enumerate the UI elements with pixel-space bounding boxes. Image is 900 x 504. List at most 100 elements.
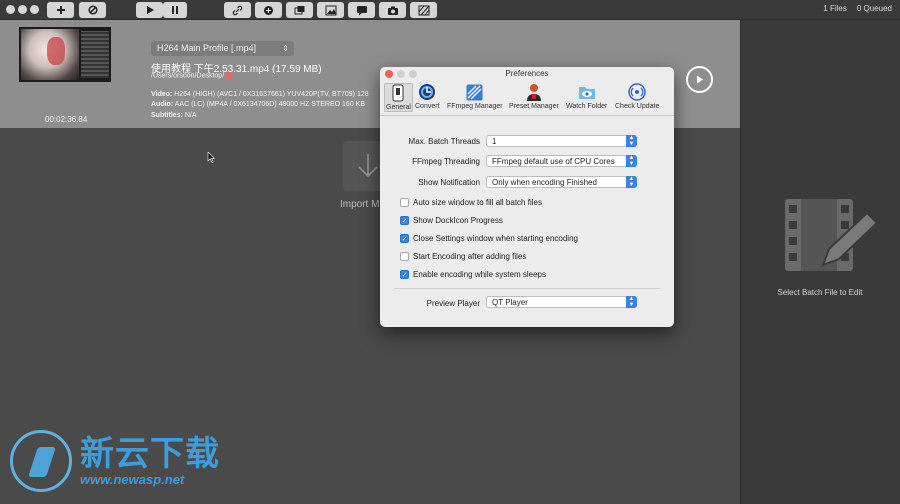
tab-watch-folder[interactable]: Watch Folder [566, 83, 607, 110]
snapshot-button[interactable] [379, 2, 406, 18]
checkbox-unchecked-icon [400, 198, 409, 207]
start-encoding-button[interactable] [136, 2, 163, 18]
tab-convert[interactable]: Convert [415, 83, 440, 110]
switch-icon [389, 84, 407, 102]
ffmpeg-threading-select[interactable]: FFmpeg default use of CPU Cores ▲ ▼ [486, 155, 637, 167]
video-info-label: Video: [151, 91, 173, 98]
tab-label: General [386, 104, 411, 111]
speech-bubble-icon [356, 5, 367, 15]
preferences-tabbar: General Convert FFmpeg Manager Preset Ma… [380, 81, 674, 116]
thumbnail-image [47, 37, 65, 65]
image-button[interactable] [317, 2, 344, 18]
plus-icon [56, 6, 65, 14]
checkmark-icon: ✓ [400, 234, 409, 243]
auto-size-window-checkbox[interactable]: Auto size window to fill all batch files [400, 198, 542, 207]
watermark-text: 新云下载 www.newasp.net [80, 436, 220, 487]
duration-label: 00:02:36.84 [45, 115, 88, 124]
subtitles-info-label: Subtitles: [151, 112, 183, 119]
ffmpeg-threading-label: FFmpeg Threading [412, 157, 480, 166]
prohibit-icon [87, 5, 98, 15]
window-dot[interactable] [18, 5, 27, 14]
window-dot[interactable] [30, 5, 39, 14]
preview-player-select[interactable]: QT Player ▲ ▼ [486, 296, 637, 308]
circle-plus-icon [264, 5, 273, 15]
watermark-url: www.newasp.net [80, 471, 185, 487]
hatch-icon [418, 5, 429, 15]
tool-group [224, 2, 437, 18]
thumbnail-image [81, 31, 109, 78]
record-button[interactable] [255, 2, 282, 18]
show-notification-label: Show Notification [418, 178, 480, 187]
show-dockicon-progress-checkbox[interactable]: ✓ Show DockIcon Progress [400, 216, 503, 225]
tab-general[interactable]: General [384, 83, 413, 112]
profile-value: H264 Main Profile [.mp4] [157, 43, 257, 53]
tab-label: Watch Folder [566, 103, 608, 110]
copy-button[interactable] [286, 2, 313, 18]
checkbox-label: Close Settings window when starting enco… [413, 234, 578, 243]
image-icon [325, 5, 336, 15]
preferences-window: Preferences General Convert FFmpeg Manag… [380, 67, 674, 327]
audio-info-label: Audio: [151, 101, 174, 108]
link-icon [232, 5, 243, 15]
video-thumbnail[interactable] [19, 27, 111, 82]
start-encoding-after-adding-checkbox[interactable]: Start Encoding after adding files [400, 252, 526, 261]
queued-count: 0 Queued [856, 4, 892, 13]
tab-preset-manager[interactable]: Preset Manager [509, 83, 559, 110]
broadcast-icon [628, 83, 646, 101]
checkbox-unchecked-icon [400, 252, 409, 261]
video-info: Video: H264 (HIGH) (AVC1 / 0X31637661) Y… [151, 91, 369, 98]
import-media-label: Import Me [340, 199, 386, 210]
chevron-updown-icon: ▲ ▼ [626, 176, 637, 188]
updown-icon: ⇕ [282, 44, 289, 53]
chevron-updown-icon: ▲ ▼ [626, 296, 637, 308]
preview-play-button[interactable] [686, 66, 713, 93]
ffmpeg-threading-value: FFmpeg default use of CPU Cores [492, 157, 615, 166]
batch-edit-label: Select Batch File to Edit [777, 288, 863, 297]
checkbox-label: Start Encoding after adding files [413, 252, 527, 261]
arrow-down-icon [358, 154, 378, 178]
max-batch-threads-value: 1 [492, 137, 497, 146]
preferences-title: Preferences [505, 69, 549, 78]
video-info-value: H264 (HIGH) (AVC1 / 0X31637661) YUV420P(… [174, 91, 369, 98]
link-button[interactable] [224, 2, 251, 18]
subtitle-button[interactable] [348, 2, 375, 18]
ffmpeg-icon [466, 83, 484, 101]
checkbox-label: Auto size window to fill all batch files [413, 198, 542, 207]
file-path: /Users/orsoon/Desktop/ [151, 72, 233, 80]
profile-select[interactable]: H264 Main Profile [.mp4] ⇕ [151, 41, 294, 56]
tab-label: FFmpeg Manager [447, 103, 503, 110]
camera-icon [387, 6, 398, 15]
folder-eye-icon [578, 83, 596, 101]
play-icon [146, 6, 154, 14]
preview-player-label: Preview Player [426, 299, 480, 308]
add-file-button[interactable] [47, 2, 74, 18]
person-icon [525, 83, 543, 101]
close-settings-window-checkbox[interactable]: ✓ Close Settings window when starting en… [400, 234, 578, 243]
enable-encoding-while-sleep-checkbox[interactable]: ✓ Enable encoding while system sleeps [400, 270, 546, 279]
reveal-icon[interactable] [225, 72, 233, 79]
tab-ffmpeg-manager[interactable]: FFmpeg Manager [447, 83, 503, 110]
filter-button[interactable] [410, 2, 437, 18]
mouse-cursor-icon [207, 150, 216, 168]
max-batch-threads-select[interactable]: 1 ▲ ▼ [486, 135, 637, 147]
tab-check-update[interactable]: Check Update [615, 83, 659, 110]
chevron-updown-icon: ▲ ▼ [626, 155, 637, 167]
file-path-text: /Users/orsoon/Desktop/ [151, 72, 225, 80]
window-dot[interactable] [6, 5, 15, 14]
stack-icon [294, 5, 304, 14]
subtitles-info: Subtitles: N/A [151, 112, 197, 119]
pause-encoding-button[interactable] [163, 2, 187, 18]
tab-label: Preset Manager [509, 103, 559, 110]
tab-label: Convert [415, 103, 440, 110]
main-toolbar: 1 Files 0 Queued [0, 0, 900, 20]
watermark-name: 新云下载 [80, 433, 220, 474]
checkbox-label: Enable encoding while system sleeps [413, 270, 546, 279]
remove-file-button[interactable] [79, 2, 106, 18]
audio-info-value: AAC (LC) (MP4A / 0X6134706D) 48000 HZ ST… [174, 101, 365, 108]
queue-counters: 1 Files 0 Queued [823, 4, 892, 13]
watermark: 新云下载 www.newasp.net [10, 430, 220, 492]
max-batch-threads-label: Max. Batch Threads [408, 137, 480, 146]
show-notification-select[interactable]: Only when encoding Finished ▲ ▼ [486, 176, 637, 188]
audio-info: Audio: AAC (LC) (MP4A / 0X6134706D) 4800… [151, 101, 365, 108]
divider [394, 288, 660, 289]
